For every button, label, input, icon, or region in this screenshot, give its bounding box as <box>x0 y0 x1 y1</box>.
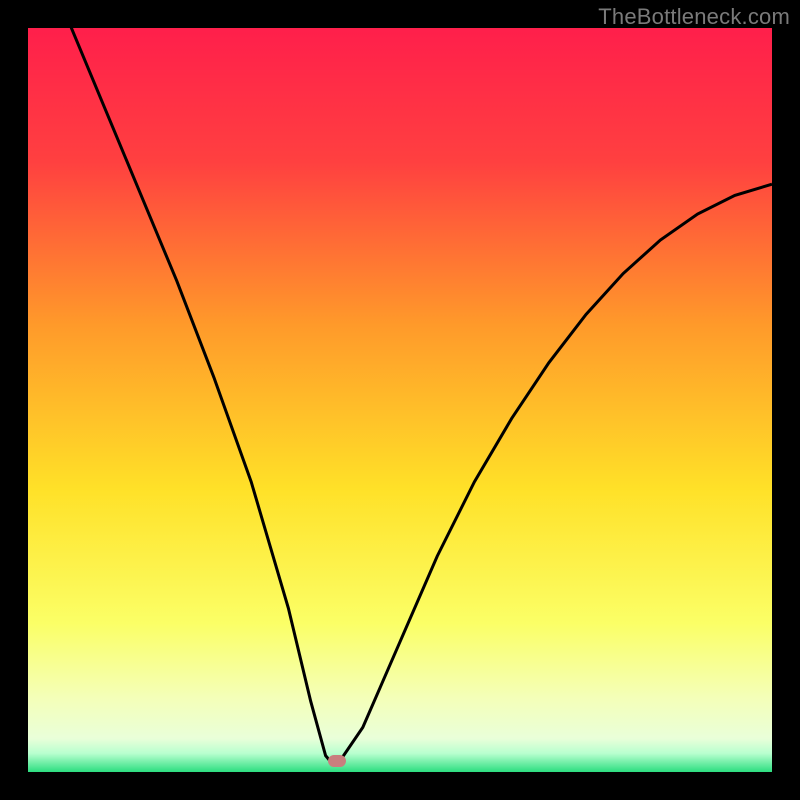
plot-area <box>28 28 772 772</box>
watermark-text: TheBottleneck.com <box>598 4 790 30</box>
bottleneck-curve <box>28 28 772 772</box>
chart-frame: TheBottleneck.com <box>0 0 800 800</box>
optimal-point-marker <box>328 755 346 767</box>
